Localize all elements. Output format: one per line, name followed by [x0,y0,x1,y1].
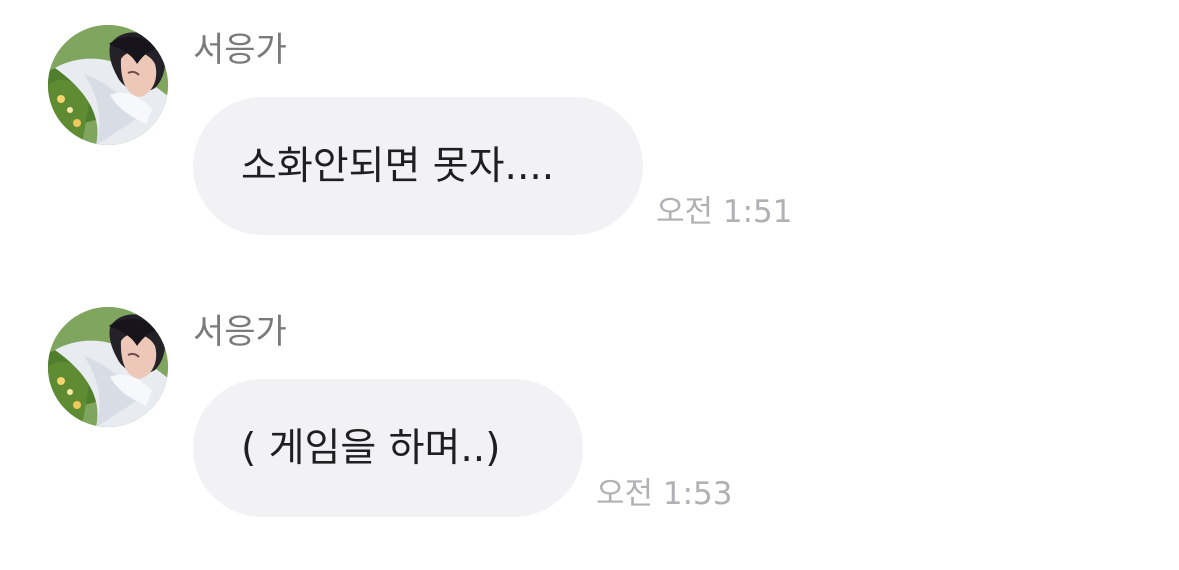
message-text: ( 게임을 하며..) [241,425,501,471]
message-text: 소화안되면 못자.... [241,143,555,189]
avatar[interactable] [48,25,168,145]
message-bubble[interactable]: ( 게임을 하며..) [193,379,583,517]
profile-photo-icon [48,25,168,145]
message-bubble[interactable]: 소화안되면 못자.... [193,97,643,235]
chat-message: 서응가 소화안되면 못자.... 오전 1:51 [0,0,1179,240]
sender-name: 서응가 [193,30,287,70]
message-timestamp: 오전 1:51 [656,194,793,230]
chat-message: 서응가 ( 게임을 하며..) 오전 1:53 [0,282,1179,522]
profile-photo-icon [48,307,168,427]
sender-name: 서응가 [193,312,287,352]
message-timestamp: 오전 1:53 [596,476,733,512]
avatar[interactable] [48,307,168,427]
